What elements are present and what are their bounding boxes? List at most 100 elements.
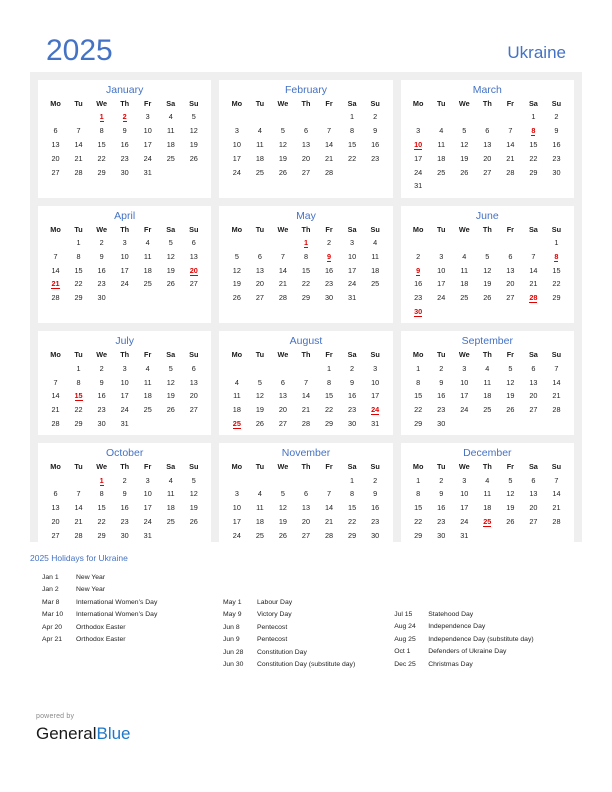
day-cell[interactable]: 22 [294, 277, 317, 291]
day-cell[interactable]: 11 [248, 501, 271, 515]
day-cell[interactable]: 5 [453, 124, 476, 138]
day-cell[interactable]: 27 [294, 165, 317, 179]
day-cell[interactable]: 16 [341, 389, 364, 403]
day-cell[interactable]: 24 [225, 165, 248, 179]
day-cell[interactable]: 2 [364, 110, 387, 124]
day-cell[interactable]: 24 [453, 515, 476, 529]
day-cell[interactable]: 2 [407, 249, 430, 263]
day-cell[interactable]: 15 [407, 389, 430, 403]
day-cell[interactable]: 12 [499, 487, 522, 501]
day-cell-holiday[interactable]: 20 [182, 263, 205, 277]
day-cell[interactable]: 29 [294, 291, 317, 305]
day-cell[interactable]: 23 [545, 151, 568, 165]
day-cell[interactable]: 4 [136, 236, 159, 250]
day-cell[interactable]: 16 [364, 501, 387, 515]
day-cell[interactable]: 11 [476, 487, 499, 501]
day-cell[interactable]: 9 [341, 375, 364, 389]
day-cell[interactable]: 20 [294, 515, 317, 529]
day-cell[interactable]: 19 [271, 515, 294, 529]
day-cell[interactable]: 5 [159, 236, 182, 250]
day-cell[interactable]: 10 [225, 138, 248, 152]
day-cell[interactable]: 10 [136, 124, 159, 138]
day-cell[interactable]: 18 [248, 151, 271, 165]
day-cell[interactable]: 19 [499, 389, 522, 403]
day-cell[interactable]: 19 [225, 277, 248, 291]
day-cell-holiday[interactable]: 25 [476, 515, 499, 529]
day-cell-holiday[interactable]: 30 [407, 305, 430, 319]
day-cell[interactable]: 17 [113, 263, 136, 277]
day-cell[interactable]: 15 [522, 138, 545, 152]
day-cell[interactable]: 2 [90, 361, 113, 375]
day-cell[interactable]: 16 [318, 263, 341, 277]
day-cell[interactable]: 31 [341, 291, 364, 305]
day-cell[interactable]: 18 [136, 263, 159, 277]
day-cell[interactable]: 11 [248, 138, 271, 152]
day-cell[interactable]: 20 [294, 151, 317, 165]
day-cell[interactable]: 8 [67, 249, 90, 263]
day-cell[interactable]: 11 [159, 487, 182, 501]
day-cell[interactable]: 9 [113, 487, 136, 501]
day-cell[interactable]: 25 [248, 165, 271, 179]
day-cell[interactable]: 13 [44, 138, 67, 152]
day-cell-holiday[interactable]: 1 [90, 473, 113, 487]
day-cell[interactable]: 6 [182, 361, 205, 375]
day-cell[interactable]: 9 [90, 375, 113, 389]
day-cell[interactable]: 8 [407, 487, 430, 501]
day-cell-holiday[interactable]: 1 [90, 110, 113, 124]
day-cell[interactable]: 16 [113, 501, 136, 515]
day-cell[interactable]: 25 [453, 291, 476, 305]
day-cell[interactable]: 21 [44, 403, 67, 417]
day-cell[interactable]: 17 [136, 501, 159, 515]
day-cell[interactable]: 27 [44, 165, 67, 179]
day-cell[interactable]: 26 [159, 277, 182, 291]
day-cell[interactable]: 27 [182, 403, 205, 417]
day-cell[interactable]: 1 [407, 473, 430, 487]
day-cell[interactable]: 30 [318, 291, 341, 305]
day-cell[interactable]: 14 [545, 487, 568, 501]
day-cell[interactable]: 31 [407, 179, 430, 193]
day-cell[interactable]: 23 [113, 515, 136, 529]
day-cell[interactable]: 6 [182, 236, 205, 250]
day-cell[interactable]: 25 [136, 277, 159, 291]
day-cell[interactable]: 14 [44, 263, 67, 277]
day-cell[interactable]: 24 [453, 403, 476, 417]
day-cell[interactable]: 1 [67, 361, 90, 375]
day-cell[interactable]: 14 [67, 138, 90, 152]
day-cell[interactable]: 6 [44, 124, 67, 138]
day-cell[interactable]: 9 [545, 124, 568, 138]
day-cell[interactable]: 13 [44, 501, 67, 515]
day-cell[interactable]: 21 [545, 389, 568, 403]
day-cell[interactable]: 8 [341, 487, 364, 501]
day-cell[interactable]: 13 [522, 375, 545, 389]
day-cell[interactable]: 28 [499, 165, 522, 179]
day-cell[interactable]: 20 [522, 389, 545, 403]
day-cell[interactable]: 14 [545, 375, 568, 389]
day-cell[interactable]: 26 [499, 403, 522, 417]
day-cell[interactable]: 3 [113, 236, 136, 250]
day-cell[interactable]: 16 [90, 389, 113, 403]
day-cell[interactable]: 22 [407, 515, 430, 529]
day-cell[interactable]: 7 [499, 124, 522, 138]
day-cell[interactable]: 7 [67, 487, 90, 501]
day-cell[interactable]: 19 [159, 263, 182, 277]
day-cell[interactable]: 9 [430, 487, 453, 501]
day-cell[interactable]: 18 [248, 515, 271, 529]
day-cell[interactable]: 21 [545, 501, 568, 515]
day-cell[interactable]: 2 [364, 473, 387, 487]
day-cell[interactable]: 12 [271, 501, 294, 515]
day-cell[interactable]: 4 [248, 124, 271, 138]
day-cell[interactable]: 25 [430, 165, 453, 179]
day-cell[interactable]: 13 [271, 389, 294, 403]
day-cell[interactable]: 14 [522, 263, 545, 277]
day-cell[interactable]: 24 [136, 151, 159, 165]
day-cell-holiday[interactable]: 1 [294, 236, 317, 250]
day-cell[interactable]: 4 [136, 361, 159, 375]
day-cell[interactable]: 18 [476, 389, 499, 403]
day-cell[interactable]: 17 [225, 151, 248, 165]
day-cell[interactable]: 13 [499, 263, 522, 277]
day-cell[interactable]: 11 [364, 249, 387, 263]
day-cell[interactable]: 14 [318, 138, 341, 152]
day-cell[interactable]: 18 [159, 501, 182, 515]
day-cell[interactable]: 19 [182, 138, 205, 152]
day-cell[interactable]: 28 [271, 291, 294, 305]
